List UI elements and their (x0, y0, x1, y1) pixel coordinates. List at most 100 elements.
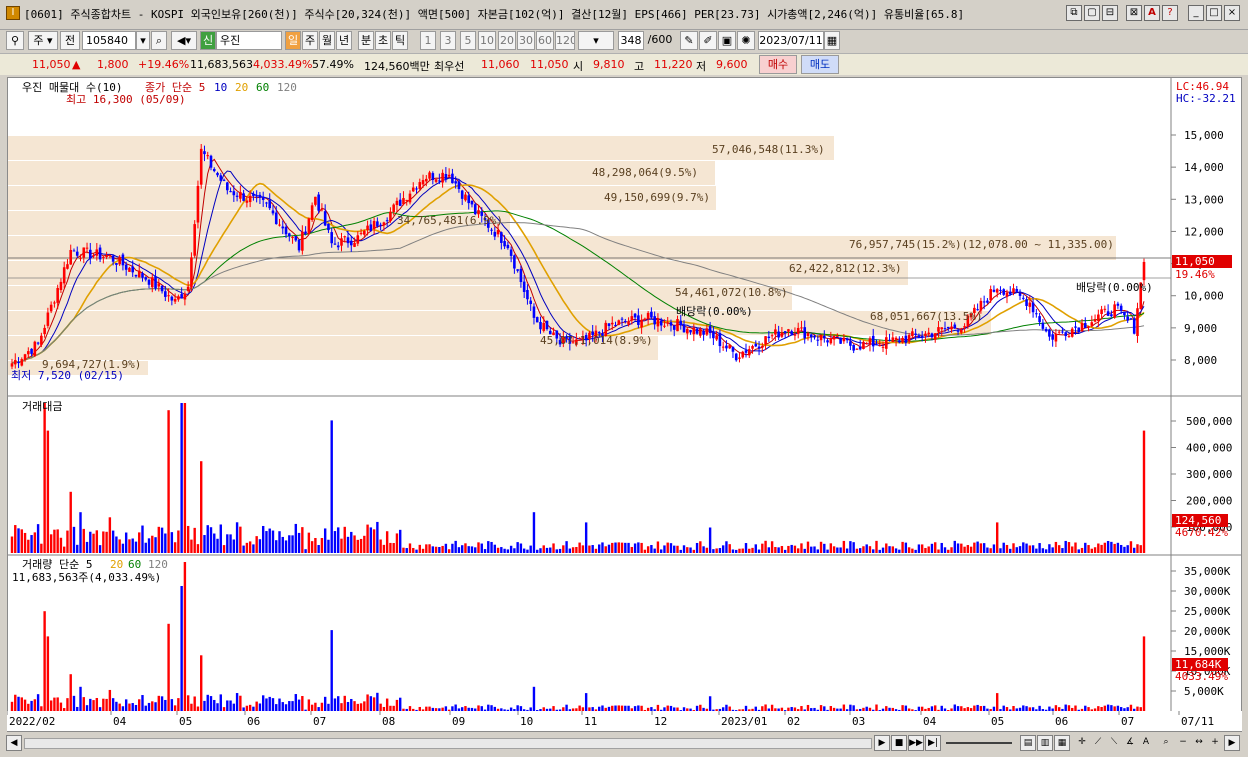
scroll-right-icon[interactable]: ▶ (1224, 735, 1240, 751)
amount-bar (340, 538, 343, 553)
interval-60[interactable]: 60 (536, 31, 554, 50)
interval-dropdown[interactable]: ▾ (578, 31, 614, 50)
search-icon[interactable]: ⌕ (151, 31, 167, 50)
zoom-in-icon[interactable]: ⌕ (1158, 735, 1174, 751)
minimize-chart-icon[interactable]: ⊟ (1102, 5, 1118, 21)
code-dropdown-icon[interactable]: ▾ (136, 31, 150, 50)
close-button[interactable]: × (1224, 5, 1240, 21)
fast-forward-icon[interactable]: ▶▶ (908, 735, 924, 751)
trend-tool-icon[interactable]: ⟍ (1106, 735, 1122, 751)
candle-body (17, 361, 20, 364)
volume-bar (141, 695, 144, 712)
end-icon[interactable]: ▶| (925, 735, 941, 751)
interval-30[interactable]: 30 (517, 31, 535, 50)
candle-body (695, 328, 699, 334)
period-tick[interactable]: 틱 (392, 31, 408, 50)
volume-bars (10, 562, 1146, 712)
alert-icon[interactable]: A (1144, 5, 1160, 21)
layout-icon-2[interactable]: ▥ (1037, 735, 1053, 751)
pen-icon[interactable]: ✐ (699, 31, 717, 50)
candle-body (1087, 326, 1090, 328)
amount-bar (624, 542, 627, 553)
line-tool-icon[interactable]: ⟋ (1090, 735, 1106, 751)
market-select[interactable]: 주 ▾ (28, 31, 58, 50)
amount-bar (601, 542, 604, 553)
stock-name-field[interactable]: 우진 (216, 31, 282, 50)
interval-120[interactable]: 120 (555, 31, 575, 50)
amount-bar (659, 549, 663, 553)
period-second[interactable]: 초 (375, 31, 391, 50)
period-month[interactable]: 월 (319, 31, 335, 50)
chart-canvas[interactable]: 15,00014,00013,00012,00011,00010,0009,00… (8, 78, 1241, 731)
amount-bar (699, 541, 702, 553)
amount-bar (82, 528, 85, 553)
tool-icon[interactable]: ✎ (680, 31, 698, 50)
period-year[interactable]: 년 (336, 31, 352, 50)
arrows-icon[interactable]: ↔ (1191, 735, 1207, 751)
settings-icon[interactable]: ✺ (737, 31, 755, 50)
minus-icon[interactable]: − (1175, 735, 1191, 751)
candle-body (389, 211, 392, 221)
calendar-icon[interactable]: ▦ (824, 31, 840, 50)
interval-20[interactable]: 20 (498, 31, 516, 50)
candle-body (301, 231, 304, 251)
volume-bar (376, 692, 379, 712)
minimize-button[interactable]: _ (1188, 5, 1204, 21)
period-minute[interactable]: 분 (358, 31, 374, 50)
layout-icon-3[interactable]: ▦ (1054, 735, 1070, 751)
plus-icon[interactable]: + (1207, 735, 1223, 751)
amount-bar (741, 548, 744, 553)
code-input[interactable]: 105840 (82, 31, 136, 50)
restore-icon[interactable]: ▢ (1084, 5, 1100, 21)
text-tool-icon[interactable]: A (1138, 735, 1154, 751)
candle-body (271, 210, 275, 214)
amount-last-pct: 4670.42% (1175, 526, 1228, 539)
candle-body (258, 194, 262, 198)
buy-button[interactable]: 매수 (759, 55, 797, 74)
candle-body (503, 241, 506, 247)
candle-body (519, 268, 523, 282)
play-icon[interactable]: ▶ (874, 735, 890, 751)
candle-body (871, 335, 875, 347)
chart-area[interactable]: 15,00014,00013,00012,00011,00010,0009,00… (7, 77, 1242, 732)
prev-button[interactable]: 전 (60, 31, 80, 50)
amount-bar (1061, 548, 1064, 553)
layout-icon-1[interactable]: ▤ (1020, 735, 1036, 751)
volume-bar (69, 674, 72, 712)
amount-bar (1044, 549, 1048, 553)
cascade-icon[interactable]: ⧉ (1066, 5, 1082, 21)
candle-body (539, 321, 542, 330)
maximize-button[interactable]: □ (1206, 5, 1222, 21)
tile-icon[interactable]: ⊠ (1126, 5, 1142, 21)
candle-body (783, 331, 787, 333)
cross-icon[interactable]: ✛ (1074, 735, 1090, 751)
amount-bar (222, 545, 226, 553)
horizontal-scrollbar[interactable] (24, 738, 872, 749)
fib-tool-icon[interactable]: ∡ (1122, 735, 1138, 751)
count-input[interactable]: 348 (618, 31, 644, 50)
interval-1[interactable]: 1 (420, 31, 436, 50)
candle-body (656, 318, 660, 327)
interval-10[interactable]: 10 (478, 31, 496, 50)
scroll-left-icon[interactable]: ◀ (6, 735, 22, 751)
interval-3[interactable]: 3 (440, 31, 456, 50)
candle-body (20, 359, 24, 366)
help-icon[interactable]: ? (1162, 5, 1178, 21)
volume-bar (219, 694, 222, 712)
date-input[interactable]: 2023/07/11 (758, 31, 824, 50)
interval-5[interactable]: 5 (460, 31, 476, 50)
save-icon[interactable]: ▣ (718, 31, 736, 50)
sell-button[interactable]: 매도 (801, 55, 839, 74)
candle-body (287, 233, 291, 237)
period-day[interactable]: 일 (285, 31, 301, 50)
amount-pane-title: 거래대금 (22, 400, 62, 413)
amount-bar (297, 532, 301, 553)
period-week[interactable]: 주 (302, 31, 318, 50)
lock-icon[interactable]: ⚲ (6, 31, 24, 50)
stop-icon[interactable]: ■ (891, 735, 907, 751)
candle-body (666, 322, 670, 324)
speaker-icon[interactable]: ◀▾ (171, 31, 197, 50)
candle-body (692, 327, 696, 335)
zoom-slider[interactable] (946, 742, 1012, 744)
amount-bar (206, 525, 209, 553)
